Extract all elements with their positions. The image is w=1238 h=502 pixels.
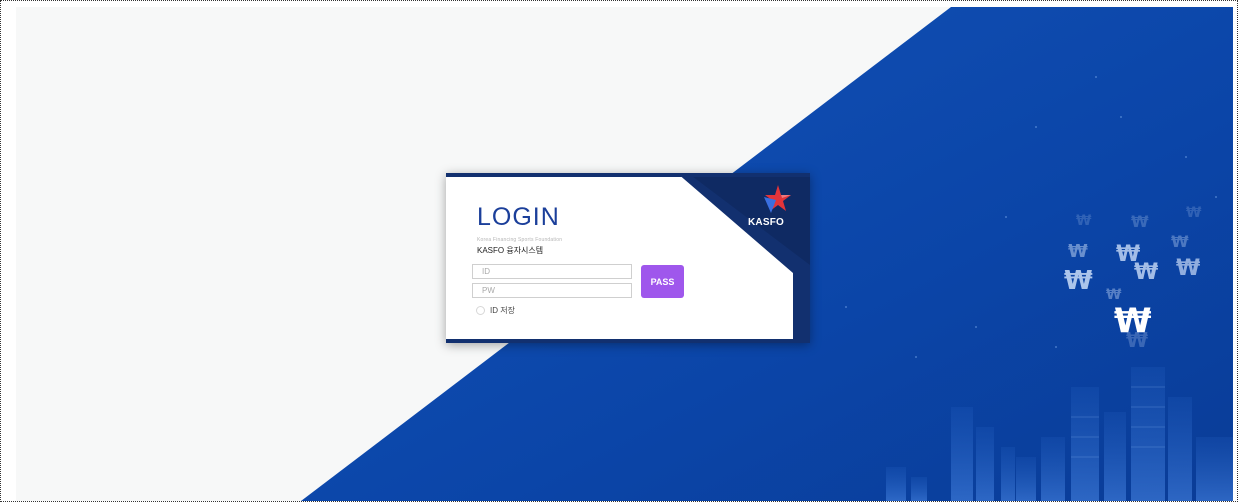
kasfo-logo: KASFO (748, 183, 802, 229)
pass-button[interactable]: PASS (641, 265, 684, 298)
svg-text:₩: ₩ (1076, 213, 1092, 229)
remember-id-label: ID 저장 (490, 306, 515, 315)
svg-text:₩: ₩ (1171, 232, 1189, 251)
login-page-background: ₩ ₩ ₩ ₩ ₩ ₩ ₩ ₩ ₩ ₩ ₩ ₩ LOGIN Korea Fina… (16, 7, 1233, 501)
system-name: KASFO 융자시스템 (477, 246, 544, 255)
card-bottom-bar (446, 339, 810, 343)
svg-text:₩: ₩ (1116, 242, 1140, 267)
login-card: LOGIN Korea Financing Sports Foundation … (446, 173, 810, 343)
svg-text:₩: ₩ (1106, 287, 1122, 303)
svg-text:₩: ₩ (1068, 241, 1088, 262)
id-input[interactable] (472, 264, 632, 279)
svg-text:₩: ₩ (1064, 266, 1093, 296)
svg-text:₩: ₩ (1131, 212, 1149, 231)
browser-frame: ₩ ₩ ₩ ₩ ₩ ₩ ₩ ₩ ₩ ₩ ₩ ₩ LOGIN Korea Fina… (0, 0, 1238, 502)
login-title: LOGIN (477, 203, 560, 231)
password-input[interactable] (472, 283, 632, 298)
logo-text: KASFO (748, 217, 784, 228)
foundation-name: Korea Financing Sports Foundation (477, 237, 563, 243)
svg-text:₩: ₩ (1176, 256, 1200, 281)
card-top-bar (446, 173, 810, 177)
kasfo-star-logo-icon (764, 185, 791, 213)
remember-id[interactable]: ID 저장 (476, 305, 515, 316)
svg-text:₩: ₩ (1126, 328, 1148, 352)
remember-id-checkbox[interactable] (476, 306, 485, 315)
svg-text:₩: ₩ (1186, 205, 1202, 221)
